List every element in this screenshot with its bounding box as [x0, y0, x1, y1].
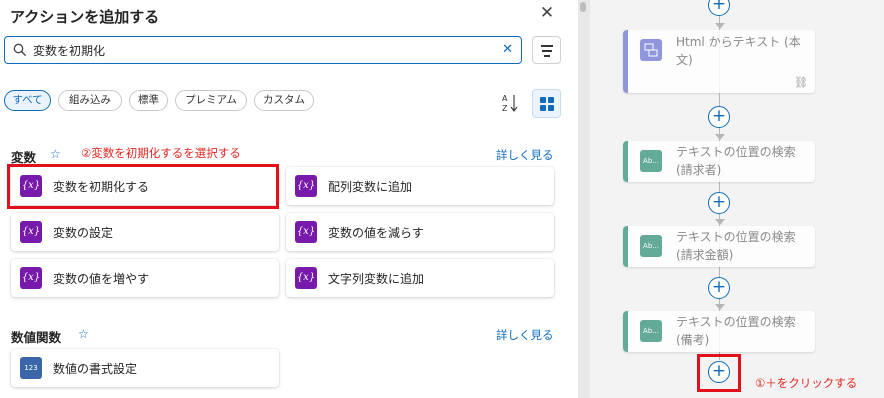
card-accent [623, 226, 628, 267]
action-label: 文字列変数に追加 [328, 272, 425, 286]
flow-card-title: テキストの位置の検索(請求金額) [676, 230, 796, 262]
variable-icon: {x} [295, 267, 317, 289]
highlight-box [697, 354, 741, 392]
flow-card-html-to-text[interactable]: Html からテキスト (本文) ⛓ [623, 30, 815, 93]
flow-card-find-text-notes[interactable]: Ab... テキストの位置の検索(備考) [623, 311, 815, 352]
star-icon[interactable]: ☆ [78, 327, 89, 341]
action-format-number[interactable]: 123 数値の書式設定 [11, 349, 279, 387]
add-step-icon[interactable]: + [708, 192, 730, 214]
search-input[interactable]: 変数を初期化 ✕ [4, 36, 522, 64]
arrow-icon [715, 134, 725, 140]
add-step-icon[interactable]: + [708, 0, 730, 16]
arrow-icon [715, 23, 725, 29]
clear-icon[interactable]: ✕ [502, 42, 513, 58]
flow-card-find-text-amount[interactable]: Ab... テキストの位置の検索(請求金額) [623, 226, 815, 267]
svg-text:Z: Z [502, 104, 508, 113]
add-step-icon[interactable]: + [708, 106, 730, 128]
action-append-to-array[interactable]: {x} 配列変数に追加 [286, 167, 554, 205]
variable-icon: {x} [20, 267, 42, 289]
chip-all[interactable]: すべて [4, 90, 51, 111]
close-icon[interactable]: ✕ [538, 4, 556, 22]
flow-canvas: + Html からテキスト (本文) ⛓ + Ab... テキストの位置の検索(… [590, 0, 884, 398]
see-more-link[interactable]: 詳しく見る [496, 327, 554, 343]
text-icon: Ab... [640, 150, 662, 172]
add-step-icon[interactable]: + [708, 277, 730, 299]
add-action-panel: アクションを追加する ✕ 変数を初期化 ✕ すべて 組み込み 標準 プレミアム … [0, 0, 578, 398]
text-icon: Ab... [640, 235, 662, 257]
action-label: 数値の書式設定 [53, 362, 138, 376]
flow-card-title: テキストの位置の検索(請求者) [676, 145, 796, 177]
card-accent [623, 141, 628, 182]
see-more-link[interactable]: 詳しく見る [496, 147, 554, 163]
arrow-icon [715, 304, 725, 310]
action-label: 配列変数に追加 [328, 180, 413, 194]
grid-view-button[interactable] [532, 89, 561, 118]
text-icon: Ab... [640, 320, 662, 342]
highlight-box [7, 164, 279, 209]
action-increment-variable[interactable]: {x} 変数の値を増やす [11, 259, 279, 297]
section-title-number-functions: 数値関数 [11, 330, 62, 345]
card-accent [623, 311, 628, 352]
arrow-icon [715, 219, 725, 225]
svg-text:A: A [502, 94, 508, 103]
number-icon: 123 [20, 357, 42, 379]
variable-icon: {x} [20, 221, 42, 243]
filter-button[interactable] [532, 36, 561, 64]
flow-card-find-text-requester[interactable]: Ab... テキストの位置の検索(請求者) [623, 141, 815, 182]
scrollbar[interactable] [578, 0, 590, 398]
action-decrement-variable[interactable]: {x} 変数の値を減らす [286, 213, 554, 251]
star-icon[interactable]: ☆ [50, 147, 61, 161]
search-icon [13, 43, 27, 57]
action-label: 変数の設定 [53, 226, 114, 240]
link-icon: ⛓ [794, 76, 808, 89]
chip-custom[interactable]: カスタム [254, 90, 314, 111]
variable-icon: {x} [295, 175, 317, 197]
chip-standard[interactable]: 標準 [129, 90, 168, 111]
sort-icon[interactable]: A Z [500, 92, 520, 114]
flow-card-title: テキストの位置の検索(備考) [676, 315, 796, 347]
variable-icon: {x} [295, 221, 317, 243]
annotation-select: ②変数を初期化するを選択する [81, 146, 241, 160]
panel-title: アクションを追加する [10, 8, 160, 26]
html-icon [640, 39, 662, 61]
action-set-variable[interactable]: {x} 変数の設定 [11, 213, 279, 251]
flow-card-title: Html からテキスト (本文) [676, 35, 801, 67]
action-append-to-string[interactable]: {x} 文字列変数に追加 [286, 259, 554, 297]
action-label: 変数の値を減らす [328, 226, 424, 240]
annotation-click-plus: ①＋をクリックする [755, 376, 858, 390]
card-accent [623, 30, 628, 93]
chip-builtin[interactable]: 組み込み [58, 90, 122, 111]
search-value[interactable]: 変数を初期化 [33, 42, 105, 59]
chip-premium[interactable]: プレミアム [175, 90, 247, 111]
action-label: 変数の値を増やす [53, 272, 150, 286]
